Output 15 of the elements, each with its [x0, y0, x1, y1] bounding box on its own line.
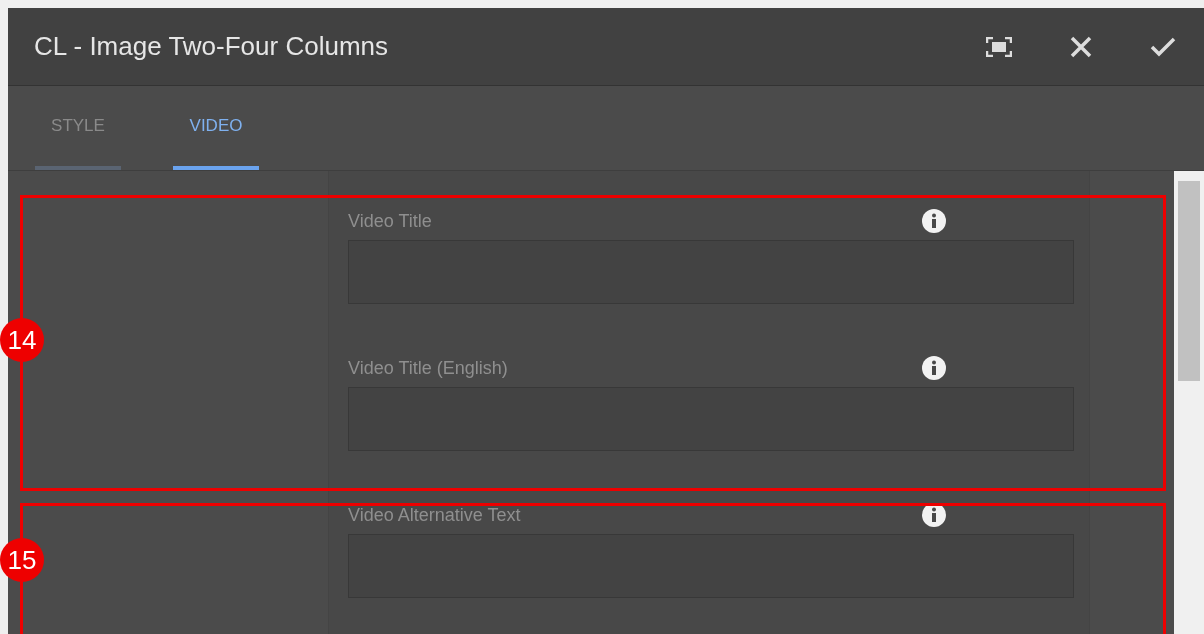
tab[interactable]: STYLE — [35, 86, 121, 170]
fullscreen-icon — [986, 36, 1012, 57]
scrollbar[interactable] — [1174, 171, 1204, 634]
callout-number: 15 — [0, 538, 44, 582]
info-icon[interactable] — [922, 209, 946, 233]
field-label: Video Title — [348, 210, 432, 232]
info-icon[interactable] — [922, 503, 946, 527]
info-icon[interactable] — [922, 356, 946, 380]
checkmark-icon — [1150, 36, 1176, 57]
callout-number: 14 — [0, 318, 44, 362]
field-label: Video Title (English) — [348, 357, 508, 379]
dialog-title: CL - Image Two-Four Columns — [34, 31, 389, 62]
close-icon — [1070, 35, 1092, 58]
tab[interactable]: VIDEO — [173, 86, 259, 170]
field-label: Video Alternative Text — [348, 504, 521, 526]
